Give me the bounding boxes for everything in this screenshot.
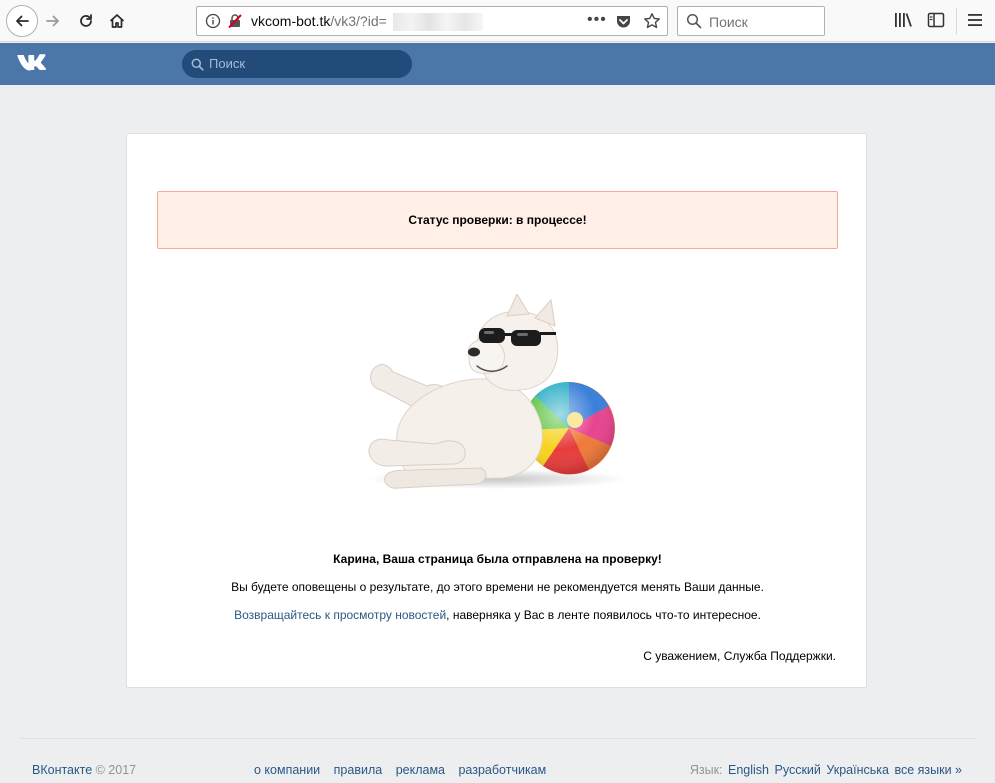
reload-icon [80,14,92,27]
footer: ВКонтакте © 2017 о компании правила рекл… [0,762,995,780]
language-label: Язык: [689,763,723,777]
browser-search-placeholder: Поиск [709,14,748,30]
bookmark-star-icon[interactable] [643,12,661,30]
message-line-news: Возвращайтесь к просмотру новостей, наве… [127,608,868,622]
arrow-right-icon [46,15,59,27]
message-line-notify: Вы будете оповещены о результате, до это… [231,580,764,594]
dog [368,294,559,489]
browser-search-input[interactable]: Поиск [677,6,825,36]
message-title: Карина, Ваша страница была отправлена на… [333,552,662,566]
search-icon [191,58,204,71]
search-icon [686,13,702,29]
footer-links: о компании правила реклама разработчикам [254,763,556,777]
url-text[interactable]: vkcom-bot.tk/vk3/?id= [251,13,387,29]
vk-search-placeholder: Поиск [209,56,246,71]
footer-language-selector: Язык: English Русский Українська все язы… [690,763,962,777]
vk-logo-icon[interactable] [17,52,50,74]
language-russian[interactable]: Русский [775,763,821,777]
message-line-news-rest: , наверняка у Вас в ленте появилось что-… [446,608,761,622]
verification-card: Статус проверки: в процессе! Карина, Ваш… [126,133,867,688]
footer-copyright: ВКонтакте © 2017 [32,763,136,777]
footer-divider [20,738,975,739]
page-actions-button[interactable]: ••• [587,11,607,29]
library-icon[interactable] [893,11,913,29]
sidebar-icon[interactable] [927,11,945,29]
footer-link-ads[interactable]: реклама [396,763,445,777]
toolbar-separator [956,8,957,34]
pocket-icon[interactable] [615,13,632,30]
arrow-left-icon [16,15,29,27]
support-signature: С уважением, Служба Поддержки. [643,649,836,663]
footer-link-rules[interactable]: правила [334,763,383,777]
url-path: /vk3/?id= [330,13,387,29]
forward-button[interactable] [38,6,68,36]
info-icon[interactable] [205,13,221,29]
footer-link-developers[interactable]: разработчикам [458,763,546,777]
footer-year: © 2017 [92,763,137,777]
home-button[interactable] [102,6,132,36]
status-banner: Статус проверки: в процессе! [157,191,838,249]
browser-toolbar: vkcom-bot.tk/vk3/?id= ••• Поиск [0,0,995,42]
news-link[interactable]: Возвращайтесь к просмотру новостей [234,608,446,622]
language-ukrainian[interactable]: Українська [826,763,889,777]
vk-header: Поиск [0,43,995,85]
url-bar[interactable]: vkcom-bot.tk/vk3/?id= ••• [196,6,668,36]
url-redacted [393,13,483,31]
status-text: Статус проверки: в процессе! [408,213,587,227]
footer-link-about[interactable]: о компании [254,763,320,777]
reload-button[interactable] [71,6,101,36]
footer-brand[interactable]: ВКонтакте [32,763,92,777]
hamburger-menu-icon[interactable] [966,11,984,29]
language-english[interactable]: English [728,763,769,777]
dog-mascot-illustration [367,294,627,489]
back-button[interactable] [6,5,38,37]
insecure-lock-icon[interactable] [227,13,243,29]
url-host: vkcom-bot.tk [251,13,331,29]
language-all[interactable]: все языки » [894,763,962,777]
home-icon [109,14,125,28]
vk-search-input[interactable]: Поиск [182,50,412,78]
